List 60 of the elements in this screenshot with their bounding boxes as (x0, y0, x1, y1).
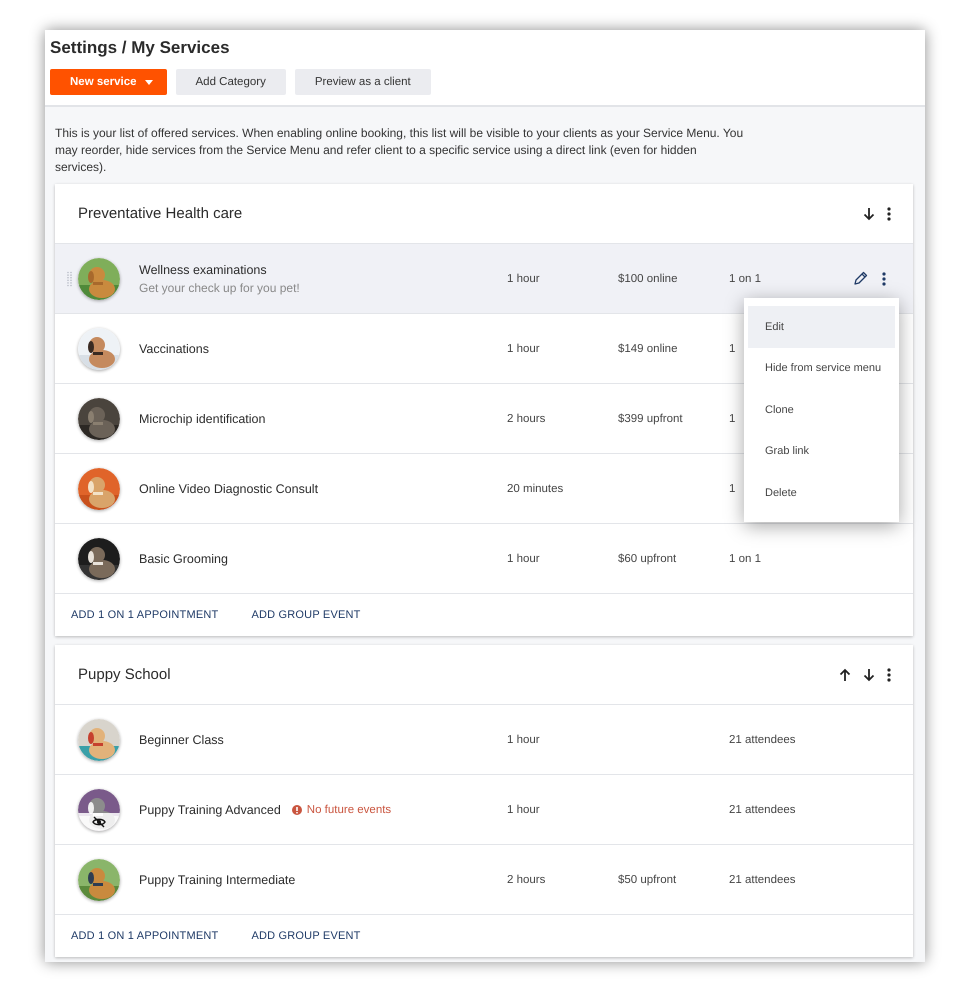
category-title: Puppy School (78, 666, 172, 683)
duration-text: 1 hour (507, 804, 540, 816)
more-icon[interactable] (887, 668, 891, 682)
duration-text: 1 hour (507, 552, 540, 564)
more-icon[interactable] (887, 206, 891, 220)
menu-item[interactable]: Delete (748, 472, 895, 514)
duration-text: 1 hour (507, 342, 540, 354)
service-name: Beginner Class (139, 732, 224, 746)
arrow-down-icon[interactable] (863, 668, 875, 682)
service-name: Microchip identification (139, 412, 266, 426)
warning-icon (292, 804, 302, 814)
drag-handle-icon[interactable] (66, 270, 72, 286)
menu-item[interactable]: Clone (748, 389, 895, 430)
more-icon[interactable] (882, 272, 886, 286)
eye-slash-icon (92, 816, 106, 828)
price-text: $50 upfront (618, 874, 676, 886)
duration-text: 2 hours (507, 412, 546, 424)
price-text: $60 upfront (618, 552, 676, 564)
service-row[interactable]: Puppy Training Advanced No future events 1 hour 21 attendees (55, 775, 913, 845)
toolbar-button[interactable]: Preview as a client (294, 69, 431, 95)
caret-icon (144, 80, 152, 84)
category-title: Preventative Health care (78, 205, 244, 222)
booking-type-text: 1 (729, 412, 736, 424)
duration-text: 20 minutes (507, 482, 564, 494)
toolbar-button[interactable]: Add Category (176, 69, 286, 95)
add-link[interactable]: ADD GROUP EVENT (251, 609, 361, 621)
service-row[interactable]: Beginner Class 1 hour 21 attendees (55, 705, 913, 775)
booking-type-text: 21 attendees (729, 874, 796, 886)
duration-text: 1 hour (507, 734, 540, 746)
page-title: Settings / My Services (50, 38, 231, 58)
service-name: Online Video Diagnostic Consult (139, 482, 318, 496)
booking-type-text: 21 attendees (729, 804, 796, 816)
service-name: Puppy Training Intermediate (139, 872, 296, 886)
warning-text: No future events (306, 804, 392, 816)
add-link[interactable]: ADD GROUP EVENT (251, 930, 361, 942)
service-name: Puppy Training Advanced (139, 802, 281, 816)
price-text: $149 online (618, 342, 678, 354)
pencil-icon[interactable] (853, 271, 868, 286)
service-row[interactable]: Wellness examinations Get your check up for you pet! 1 hour $100 online 1 on 1 (55, 244, 913, 314)
service-row[interactable]: Puppy Training Intermediate 2 hours $50 upfront 21 attendees (55, 845, 913, 915)
add-link[interactable]: ADD 1 ON 1 APPOINTMENT (71, 930, 218, 942)
duration-text: 2 hours (507, 874, 546, 886)
price-text: $100 online (618, 272, 678, 284)
service-name: Wellness examinations (139, 262, 267, 276)
service-description: Get your check up for you pet! (139, 280, 301, 294)
add-link[interactable]: ADD 1 ON 1 APPOINTMENT (71, 609, 218, 621)
booking-type-text: 21 attendees (729, 734, 796, 746)
booking-type-text: 1 on 1 (729, 272, 761, 284)
duration-text: 1 hour (507, 272, 540, 284)
menu-item[interactable]: Edit (748, 306, 895, 348)
arrow-down-icon[interactable] (863, 206, 875, 220)
booking-type-text: 1 on 1 (729, 552, 761, 564)
booking-type-text: 1 (729, 482, 736, 494)
description-text: This is your list of offered services. When enabling online booking, this list will be visible to your clients as your Service Menu. You may reorder, hide services from the Service Menu and refer client to a specific service using a direct link (even for hidden services). (55, 125, 744, 176)
service-name: Basic Grooming (139, 552, 228, 566)
booking-type-text: 1 (729, 342, 736, 354)
price-text: $399 upfront (618, 412, 683, 424)
service-name: Vaccinations (139, 342, 209, 356)
arrow-up-icon[interactable] (839, 668, 851, 682)
service-row[interactable]: Basic Grooming 1 hour $60 upfront 1 on 1 (55, 524, 913, 594)
